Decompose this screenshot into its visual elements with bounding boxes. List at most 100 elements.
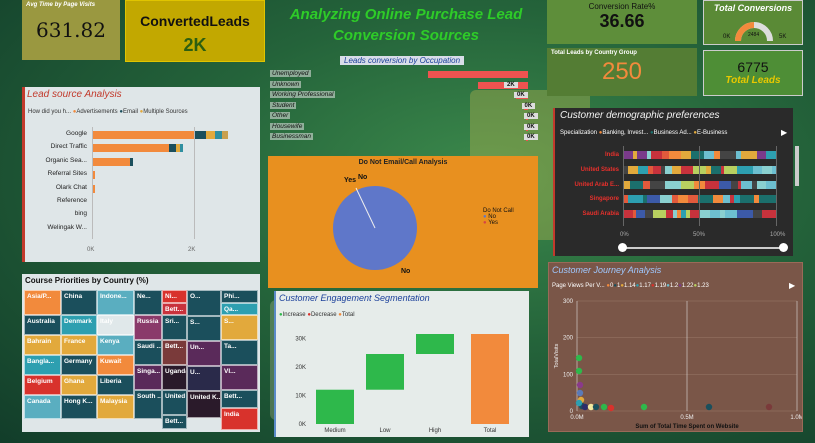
demographic-segment xyxy=(629,180,644,189)
scatter-point xyxy=(576,381,584,389)
demographic-segment xyxy=(731,180,738,189)
legend-dot: ● xyxy=(483,220,487,226)
demographic-segment xyxy=(724,210,737,219)
demographic-segment xyxy=(765,180,776,189)
slider-handle-left[interactable] xyxy=(618,243,627,252)
demographic-segment xyxy=(645,210,653,219)
demographic-segment xyxy=(649,180,665,189)
occupation-value: 0K xyxy=(524,113,538,119)
total-conversions-card: Total Conversions 0K 2484 5K xyxy=(703,0,803,45)
do-not-call-title: Do Not Email/Call Analysis xyxy=(358,159,448,166)
scatter-point xyxy=(592,403,600,411)
country-label: Singapore xyxy=(589,196,619,203)
title-line-2: Conversion Sources xyxy=(333,27,479,44)
x-tick: 0% xyxy=(620,232,629,238)
demographic-segment xyxy=(740,151,758,159)
treemap-cell: Russia xyxy=(134,315,162,340)
lead-source-card: Lead source Analysis How did you h... ●A… xyxy=(22,87,260,262)
demographic-segment xyxy=(757,151,766,159)
bar-label: Welingak W... xyxy=(47,223,87,231)
bar-label: bing xyxy=(74,210,87,218)
do-not-call-card: Do Not Email/Call Analysis Yes No No Do … xyxy=(268,156,538,288)
x-tick: High xyxy=(429,428,441,434)
lead-bar-segment xyxy=(205,131,215,139)
demographic-card: Customer demographic preferences Special… xyxy=(553,108,793,256)
treemap-cell: O... xyxy=(187,290,221,316)
demographic-segment xyxy=(689,210,700,219)
waterfall-bar xyxy=(366,354,404,390)
pie-label-yes: Yes xyxy=(344,177,357,184)
x-tick: 100% xyxy=(770,232,786,238)
occupation-value: 2K xyxy=(504,81,518,88)
treemap-cell: Bett... xyxy=(221,390,258,408)
bar-label: Reference xyxy=(57,197,87,204)
chevron-right-icon[interactable]: ▶ xyxy=(781,128,787,137)
demographic-segment xyxy=(739,195,754,204)
pie-label-no-top: No xyxy=(358,174,368,181)
treemap-cell: Ghana xyxy=(61,375,97,395)
treemap-cell: Malaysia xyxy=(97,395,134,419)
occupation-value: 0K xyxy=(514,92,528,98)
x-tick: 50% xyxy=(693,232,706,238)
total-conversions-label: Total Conversions xyxy=(713,3,793,13)
lead-source-legend: How did you h... ●Advertisements ●Email … xyxy=(28,109,188,115)
scatter-point xyxy=(765,403,773,411)
course-priorities-card: Course Priorities by Country (%) Asia/P.… xyxy=(22,274,260,432)
gauge-value: 2484 xyxy=(748,32,760,38)
country-group-value: 250 xyxy=(601,58,643,85)
lead-bar-segment xyxy=(194,131,206,139)
legend-item: E-Business xyxy=(696,130,728,136)
y-tick: 300 xyxy=(563,299,574,305)
legend-label: Specialization xyxy=(560,130,598,136)
range-slider[interactable] xyxy=(623,247,783,249)
treemap-cell: Denmark xyxy=(61,315,97,335)
treemap-cell: S... xyxy=(221,315,258,340)
occupation-bar xyxy=(428,71,528,78)
treemap-cell: Bett... xyxy=(162,340,187,365)
treemap-cell: Un... xyxy=(187,341,221,366)
demographic-segment xyxy=(691,151,704,159)
y-tick: 10K xyxy=(295,393,306,399)
treemap-cell: Saudi ... xyxy=(134,340,162,365)
legend-item: Advertisements xyxy=(76,109,118,115)
x-axis-label: Sum of Total Time Spent on Website xyxy=(635,424,739,430)
pie-label-no: No xyxy=(401,268,411,275)
treemap-cell: Italy xyxy=(97,315,134,335)
x-tick: 1.0M xyxy=(790,415,803,421)
country-label: Saudi Arabia xyxy=(582,211,619,218)
treemap-cell: Ni... xyxy=(162,290,187,303)
lead-bar-segment xyxy=(168,144,176,153)
lead-source-title: Lead source Analysis xyxy=(27,89,122,100)
x-tick: 0.5M xyxy=(680,415,693,421)
gridline xyxy=(92,127,93,239)
conversion-rate-label: Conversion Rate% xyxy=(588,2,656,11)
occupation-value: 0K xyxy=(524,123,538,130)
treemap-cell: Kuwait xyxy=(97,355,134,375)
treemap-cell: Germany xyxy=(61,355,97,375)
scrollbar[interactable] xyxy=(795,146,799,186)
treemap-cell: Canada xyxy=(24,395,61,419)
demographic-segment xyxy=(652,210,666,219)
treemap-cell: South ... xyxy=(134,390,162,419)
treemap-cell: Indone... xyxy=(97,290,134,315)
bar-label: Google xyxy=(66,130,87,137)
treemap-cell: S... xyxy=(187,316,221,341)
scatter-point xyxy=(575,399,583,407)
demographic-segment xyxy=(637,165,649,174)
total-leads-label: Total Leads xyxy=(725,75,781,86)
slider-handle-right[interactable] xyxy=(779,243,788,252)
bar-label: Organic Sea... xyxy=(45,156,87,164)
occupation-label: Working Professional xyxy=(270,91,336,98)
demographic-segment xyxy=(687,195,699,204)
country-label: United Arab E... xyxy=(574,181,619,188)
demographic-segment xyxy=(623,151,633,159)
dashboard-title: Analyzing Online Purchase Lead Conversio… xyxy=(268,4,544,48)
treemap-cell: France xyxy=(61,335,97,355)
lead-bar-segment xyxy=(180,144,184,153)
converted-leads-value: 2K xyxy=(183,35,207,55)
country-group-label: Total Leads by Country Group xyxy=(551,50,637,56)
lead-bar-segment xyxy=(222,131,229,139)
demographic-segment xyxy=(637,151,647,159)
title-line-1: Analyzing Online Purchase Lead xyxy=(289,6,523,23)
legend-item: Banking, Invest... xyxy=(602,130,649,136)
